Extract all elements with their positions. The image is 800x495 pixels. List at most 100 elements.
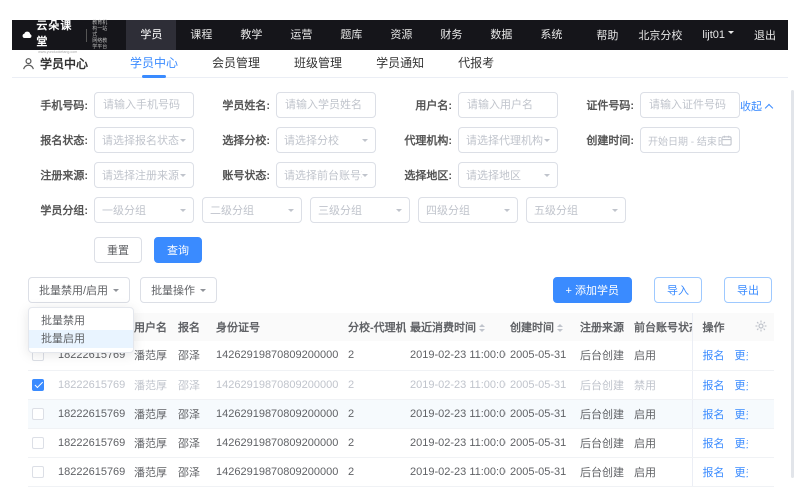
cell-spacer [748,428,774,457]
action-link-报名[interactable]: 报名 [703,409,725,421]
action-link-报名[interactable]: 报名 [703,467,725,479]
cell-created: 2005-05-31 [506,428,576,457]
cell-status: 禁用 [630,370,692,399]
group-select-5[interactable]: 五级分组 [526,197,626,223]
action-link-更多[interactable]: 更多 [735,467,749,479]
user-menu[interactable]: lijt01 [702,29,734,41]
batch-toggle-menu: 批量禁用批量启用 [28,307,134,353]
action-link-更多[interactable]: 更多 [735,350,749,362]
header-front-status: 前台账号状态 [630,313,692,341]
action-link-更多[interactable]: 更多 [735,438,749,450]
cell-phone: 18222615769 [54,457,130,486]
tab-班级管理[interactable]: 班级管理 [294,50,342,78]
cell-source: 后台创建 [576,428,630,457]
nav-item-教学[interactable]: 教学 [226,20,276,50]
filter-row-groups: 学员分组: 一级分组二级分组三级分组四级分组五级分组 [28,197,772,223]
add-student-button[interactable]: + 添加学员 [553,277,632,303]
cell-baoming: 邵泽 [174,399,212,428]
gear-icon[interactable] [755,320,767,332]
username-input[interactable] [458,92,558,118]
row-checkbox[interactable] [32,379,44,391]
group-select-label: 四级分组 [426,202,504,218]
sort-icon[interactable] [479,321,485,335]
tab-学员通知[interactable]: 学员通知 [376,50,424,78]
nav-item-课程[interactable]: 课程 [176,20,226,50]
filter-account-status: 账号状态: 请选择前台账号状态 [210,162,376,188]
filter-row-3: 注册来源: 请选择注册来源 账号状态: 请选择前台账号状态 选择地区: 请选择地… [28,162,772,188]
vertical-scrollbar[interactable] [791,90,794,478]
cell-consume: 2019-02-23 11:00:00 [406,341,506,370]
cloud-logo-icon [22,28,32,42]
enroll-status-select[interactable]: 请选择报名状态 [94,127,194,153]
search-button[interactable]: 查询 [154,237,202,263]
branch-link[interactable]: 北京分校 [638,27,682,43]
agency-select[interactable]: 请选择代理机构 [458,127,558,153]
chevron-up-icon [765,103,773,111]
row-checkbox[interactable] [32,466,44,478]
app-window: 云朵课堂 www.yunduoketang.com 教育机构一站式 网络教学平台… [12,20,788,487]
filter-phone: 手机号码: [28,92,194,118]
export-button[interactable]: 导出 [724,277,772,303]
row-checkbox[interactable] [32,437,44,449]
action-link-报名[interactable]: 报名 [703,380,725,392]
import-button[interactable]: 导入 [654,277,702,303]
cell-spacer [748,370,774,399]
table-toolbar: 批量禁用/启用 批量禁用批量启用 批量操作 + 添加学员 导入 导出 [12,277,788,303]
tab-代报考[interactable]: 代报考 [458,50,494,78]
nav-item-题库[interactable]: 题库 [326,20,376,50]
cell-source: 后台创建 [576,457,630,486]
cell-idcard: 14262919870809200000 [212,370,344,399]
cell-idcard: 14262919870809200000 [212,457,344,486]
account-status-select[interactable]: 请选择前台账号状态 [276,162,376,188]
cell-created: 2005-05-31 [506,341,576,370]
header-baoming: 报名 [174,313,212,341]
branch-select[interactable]: 请选择分校 [276,127,376,153]
nav-item-运营[interactable]: 运营 [276,20,326,50]
student-name-input[interactable] [276,92,376,118]
header-idcard: 身份证号 [212,313,344,341]
menu-item-批量禁用[interactable]: 批量禁用 [29,312,133,330]
tab-会员管理[interactable]: 会员管理 [212,50,260,78]
group-select-2[interactable]: 二级分组 [202,197,302,223]
region-select[interactable]: 请选择地区 [458,162,558,188]
reset-button[interactable]: 重置 [94,237,142,263]
filter-username: 用户名: [392,92,558,118]
cell-branch: 2 [344,341,406,370]
help-link[interactable]: 帮助 [596,27,618,43]
cell-created: 2005-05-31 [506,457,576,486]
module-tabs: 学员中心 会员管理 班级管理 学员通知 代报考 [130,50,528,78]
logout-link[interactable]: 退出 [754,27,776,43]
nav-item-数据[interactable]: 数据 [476,20,526,50]
phone-input[interactable] [94,92,194,118]
group-select-4[interactable]: 四级分组 [418,197,518,223]
cell-source: 后台创建 [576,399,630,428]
nav-item-系统[interactable]: 系统 [526,20,576,50]
action-link-报名[interactable]: 报名 [703,438,725,450]
action-link-报名[interactable]: 报名 [703,350,725,362]
module-title: 学员中心 [22,55,88,72]
row-checkbox[interactable] [32,408,44,420]
batch-ops-button[interactable]: 批量操作 [140,277,217,303]
sort-icon[interactable] [557,321,563,335]
action-link-更多[interactable]: 更多 [735,409,749,421]
cell-branch: 2 [344,428,406,457]
nav-item-财务[interactable]: 财务 [426,20,476,50]
group-select-3[interactable]: 三级分组 [310,197,410,223]
collapse-filters-link[interactable]: 收起 [740,98,772,114]
id-number-input[interactable] [640,92,740,118]
date-range-picker[interactable]: 开始日期 - 结束日期 [640,127,740,153]
batch-toggle-button[interactable]: 批量禁用/启用 [28,277,130,303]
sub-navbar: 学员中心 学员中心 会员管理 班级管理 学员通知 代报考 [12,50,788,78]
action-link-更多[interactable]: 更多 [735,380,749,392]
cell-status: 启用 [630,341,692,370]
nav-item-学员[interactable]: 学员 [126,20,176,50]
nav-item-资源[interactable]: 资源 [376,20,426,50]
chevron-down-icon [544,174,550,180]
menu-item-批量启用[interactable]: 批量启用 [29,330,133,348]
cell-idcard: 14262919870809200000 [212,399,344,428]
cell-actions: 报名更多 [692,428,748,457]
brand-tagline: 教育机构一站式 网络教学平台 [92,20,110,50]
group-select-1[interactable]: 一级分组 [94,197,194,223]
register-source-select[interactable]: 请选择注册来源 [94,162,194,188]
tab-学员中心[interactable]: 学员中心 [130,50,178,78]
